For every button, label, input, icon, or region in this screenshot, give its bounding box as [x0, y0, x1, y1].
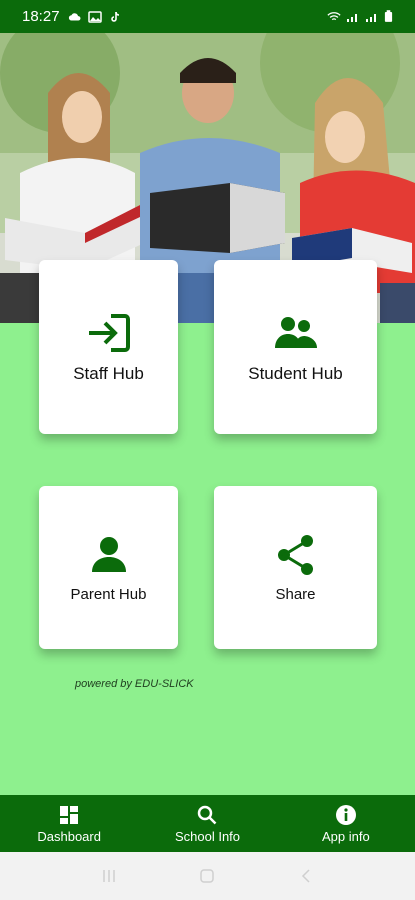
tiktok-icon [110, 11, 119, 22]
back-icon[interactable] [296, 866, 316, 886]
person-icon [86, 532, 132, 578]
image-icon [87, 10, 102, 23]
dashboard-icon [58, 804, 80, 826]
battery-icon [384, 10, 393, 22]
search-icon [196, 804, 218, 826]
nav-school-info[interactable]: School Info [138, 795, 276, 852]
nav-app-info[interactable]: App info [277, 795, 415, 852]
login-icon [86, 310, 132, 356]
share-label: Share [275, 586, 316, 603]
powered-by-text: powered by EDU-SLICK [75, 678, 194, 690]
nav-app-info-label: App info [321, 828, 370, 844]
status-time: 18:27 [22, 8, 60, 25]
status-left-icons [68, 10, 122, 23]
nav-dashboard-label: Dashboard [37, 828, 101, 844]
share-tile[interactable]: Share [214, 486, 377, 649]
staff-hub-tile[interactable]: Staff Hub [39, 260, 178, 434]
parent-hub-tile[interactable]: Parent Hub [39, 486, 178, 649]
student-hub-label: Student Hub [248, 364, 343, 383]
share-icon [273, 532, 319, 578]
info-icon [335, 804, 357, 826]
status-right-icons [327, 10, 393, 23]
parent-hub-label: Parent Hub [70, 586, 147, 603]
cloud-icon [68, 12, 81, 20]
nav-dashboard[interactable]: Dashboard [0, 795, 138, 852]
signal-icon-2 [366, 13, 376, 22]
wifi-icon [327, 11, 341, 20]
bottom-nav: Dashboard School Info App info [0, 795, 415, 852]
student-hub-tile[interactable]: Student Hub [214, 260, 377, 434]
group-icon [273, 310, 319, 356]
system-nav-bar [0, 852, 415, 900]
recent-apps-icon[interactable] [99, 866, 119, 886]
nav-school-info-label: School Info [174, 828, 241, 844]
status-bar: 18:27 [0, 0, 415, 33]
home-icon[interactable] [197, 866, 217, 886]
signal-icon [347, 13, 357, 22]
staff-hub-label: Staff Hub [73, 364, 144, 383]
